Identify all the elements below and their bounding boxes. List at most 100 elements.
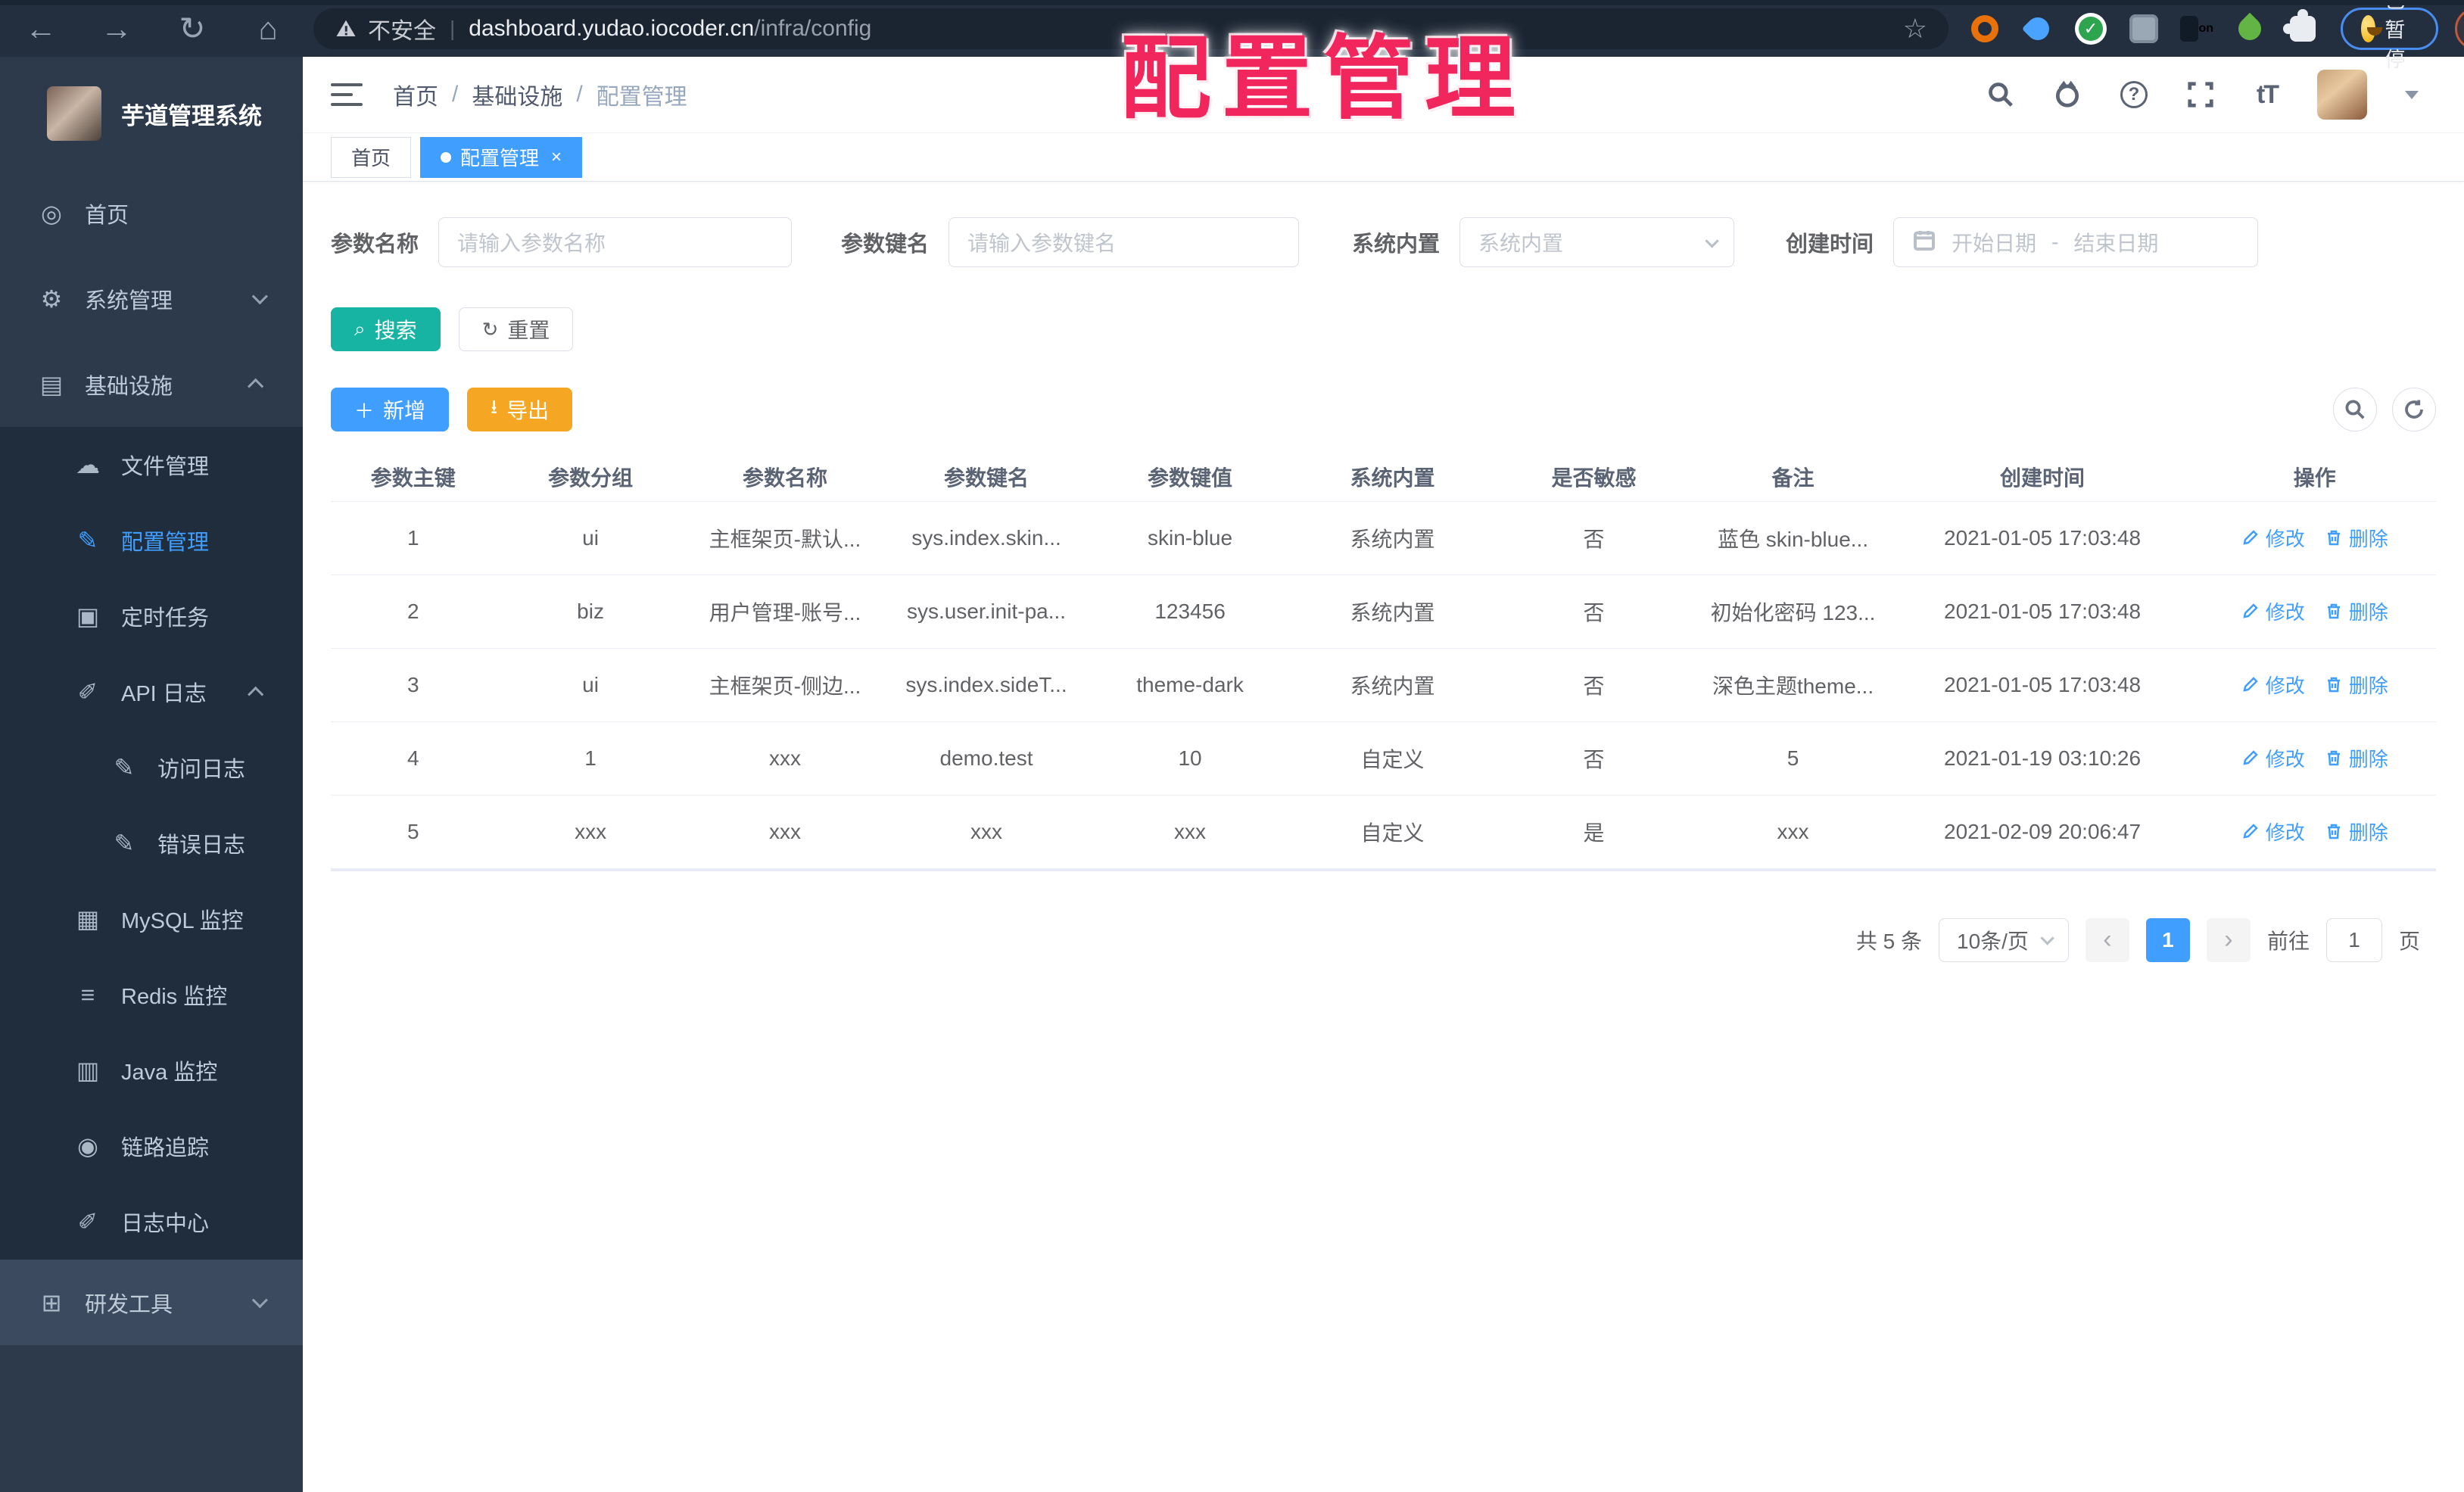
table-row[interactable]: 2 biz 用户管理-账号... sys.user.init-pa... 123456 系… — [331, 575, 2436, 649]
edit-link[interactable]: 修改 — [2241, 597, 2305, 625]
sidebar-item[interactable]: ✐ API 日志 — [0, 654, 303, 730]
tab-close-icon[interactable]: × — [551, 147, 562, 168]
search-button[interactable]: ⌕ 搜索 — [331, 307, 441, 351]
bookmark-star-icon[interactable]: ☆ — [1903, 13, 1927, 45]
security-label[interactable]: 不安全 — [368, 12, 436, 45]
user-avatar[interactable] — [2317, 70, 2367, 120]
tab-config-management[interactable]: 配置管理 × — [420, 136, 583, 178]
sidebar-item[interactable]: ✎ 配置管理 — [0, 503, 303, 578]
edit-link[interactable]: 修改 — [2241, 671, 2305, 699]
browser-back-icon[interactable]: ← — [23, 11, 59, 47]
export-button-icon: ⭳ — [491, 395, 498, 418]
table-cell: 2021-01-05 17:03:48 — [1891, 575, 2194, 649]
delete-link[interactable]: 删除 — [2325, 818, 2388, 846]
extensions-puzzle-icon[interactable] — [2283, 8, 2319, 45]
tab-label: 配置管理 — [460, 147, 540, 170]
table-cell: xxx — [884, 795, 1089, 869]
actions-cell: 修改 删除 — [2193, 795, 2436, 869]
sidebar-item[interactable]: ⊞ 研发工具 — [0, 1260, 303, 1345]
table-row[interactable]: 5 xxx xxx xxx xxx 自定义是 xxx 2021-02-09 20:06:47 修… — [331, 795, 2436, 869]
extension-pin-icon[interactable] — [2021, 12, 2054, 45]
browser-forward-icon[interactable]: → — [98, 11, 135, 47]
table-row[interactable]: 4 1 xxx demo.test 10 自定义否 5 2021-01-19 03:10:26… — [331, 721, 2436, 796]
table-row[interactable]: 1 ui 主框架页-默认... sys.index.skin... skin-blue 系… — [331, 501, 2436, 575]
add-button[interactable]: ＋ 新增 — [331, 388, 450, 431]
sidebar-item[interactable]: ✎ 错误日志 — [0, 805, 303, 881]
toggle-search-button[interactable] — [2333, 388, 2377, 431]
goto-page-input[interactable] — [2325, 917, 2382, 962]
chevron-up-icon — [248, 378, 264, 394]
system-builtin-select[interactable]: 系统内置 — [1459, 217, 1735, 267]
actions-cell: 修改 删除 — [2193, 648, 2436, 722]
current-page-button[interactable]: 1 — [2145, 917, 2190, 962]
breadcrumb-item[interactable]: 基础设施 — [472, 78, 562, 111]
table-cell: skin-blue — [1088, 501, 1292, 575]
export-button[interactable]: ⭳ 导出 — [467, 388, 573, 431]
sidebar-item[interactable]: ▥ Java 监控 — [0, 1033, 303, 1108]
extension-on-badge-icon[interactable]: on — [2180, 12, 2213, 45]
address-divider: | — [450, 16, 456, 40]
font-size-icon[interactable]: tT — [2251, 78, 2284, 111]
sidebar-item[interactable]: ◉ 链路追踪 — [0, 1108, 303, 1184]
sidebar-item[interactable]: ✎ 访问日志 — [0, 730, 303, 805]
prev-page-button[interactable]: ‹ — [2085, 917, 2129, 962]
extension-grid-icon[interactable] — [2127, 12, 2160, 45]
param-key-input[interactable]: 请输入参数键名 — [949, 217, 1300, 267]
search-icon[interactable] — [1984, 78, 2017, 111]
app-title: 芋道管理系统 — [121, 102, 262, 129]
delete-link[interactable]: 删除 — [2325, 524, 2388, 552]
next-page-button[interactable]: › — [2206, 917, 2251, 962]
browser-update-button[interactable]: 更新 — [2455, 7, 2464, 50]
not-secure-warning-icon — [335, 17, 357, 40]
sidebar-item[interactable]: ◎ 首页 — [0, 170, 303, 256]
api-log-icon: ✐ — [77, 678, 98, 706]
tab-home[interactable]: 首页 — [331, 136, 412, 178]
param-name-input[interactable]: 请输入参数名称 — [438, 217, 793, 267]
extension-green-check-icon[interactable]: ✓ — [2074, 12, 2107, 45]
table-cell: ui — [495, 648, 686, 722]
date-range-picker[interactable]: 开始日期 - 结束日期 — [1893, 217, 2259, 267]
browser-reload-icon[interactable]: ↻ — [174, 10, 210, 47]
user-menu-caret-icon[interactable] — [2405, 90, 2419, 99]
add-button-icon: ＋ — [354, 399, 375, 422]
actions-cell: 修改 删除 — [2193, 721, 2436, 796]
delete-link[interactable]: 删除 — [2325, 597, 2388, 625]
sidebar-item[interactable]: ☁ 文件管理 — [0, 427, 303, 503]
fullscreen-icon[interactable] — [2184, 78, 2217, 111]
table-cell: 2021-01-05 17:03:48 — [1891, 501, 2194, 575]
table-body: 1 ui 主框架页-默认... sys.index.skin... skin-blue 系… — [331, 501, 2436, 869]
edit-link[interactable]: 修改 — [2241, 524, 2305, 552]
devtools-icon: ⊞ — [41, 1288, 62, 1316]
sidebar-item[interactable]: ✐ 日志中心 — [0, 1184, 303, 1260]
edit-link[interactable]: 修改 — [2241, 818, 2305, 846]
page-size-select[interactable]: 10条/页 — [1938, 917, 2069, 962]
sidebar-item[interactable]: ▦ MySQL 监控 — [0, 881, 303, 957]
reset-button[interactable]: ↻ 重置 — [458, 307, 574, 351]
extension-orange-icon[interactable] — [1968, 12, 2001, 45]
address-bar[interactable]: 不安全 | dashboard.yudao.iocoder.cn/infra/c… — [313, 8, 1948, 49]
table-cell: xxx — [685, 795, 885, 869]
edit-link[interactable]: 修改 — [2241, 744, 2305, 772]
sidebar-item[interactable]: ⚙ 系统管理 — [0, 256, 303, 341]
sidebar-item-label: 研发工具 — [85, 1292, 173, 1317]
column-header: 参数键值 — [1088, 453, 1292, 502]
date-separator: - — [2051, 230, 2059, 254]
table-cell: 自定义 — [1291, 795, 1494, 869]
extension-sprout-icon[interactable] — [2233, 12, 2266, 45]
delete-link[interactable]: 删除 — [2325, 744, 2388, 772]
menu-collapse-icon[interactable] — [331, 83, 363, 106]
breadcrumb-item[interactable]: 首页 — [393, 78, 438, 111]
github-icon[interactable] — [2051, 78, 2084, 111]
delete-link[interactable]: 删除 — [2325, 671, 2388, 699]
refresh-table-button[interactable] — [2392, 388, 2436, 431]
app-logo-row[interactable]: 芋道管理系统 — [0, 57, 303, 170]
table-cell: 系统内置 — [1291, 575, 1494, 649]
start-date-placeholder: 开始日期 — [1952, 232, 2037, 255]
sidebar-item[interactable]: ▤ 基础设施 — [0, 341, 303, 427]
sidebar-item[interactable]: ▣ 定时任务 — [0, 578, 303, 654]
browser-home-icon[interactable]: ⌂ — [250, 11, 286, 47]
table-row[interactable]: 3 ui 主框架页-侧边... sys.index.sideT... theme-dar… — [331, 648, 2436, 722]
sidebar-item[interactable]: ≡ Redis 监控 — [0, 957, 303, 1033]
paused-extension-badge[interactable]: 已暂停 — [2341, 0, 2438, 71]
help-icon[interactable]: ? — [2117, 78, 2151, 111]
